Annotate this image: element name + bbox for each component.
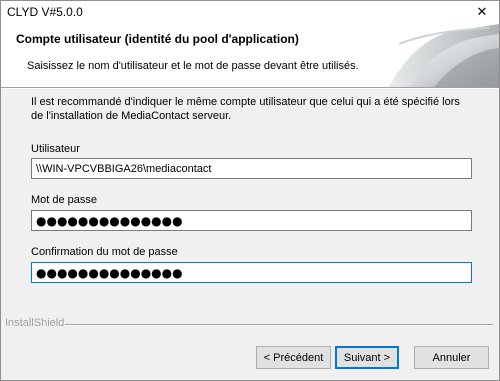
installshield-divider: InstallShield [1,317,499,331]
next-button[interactable]: Suivant > [335,346,399,369]
password-label: Mot de passe [31,194,98,206]
intro-text: Il est recommandé d'indiquer le même com… [31,96,460,122]
header-separator [1,87,499,89]
back-button[interactable]: < Précédent [256,346,331,369]
cancel-button[interactable]: Annuler [414,346,489,369]
password-input[interactable] [31,210,472,231]
user-label: Utilisateur [31,143,80,155]
header-subtitle: Saisissez le nom d'utilisateur et le mot… [27,60,359,72]
user-input[interactable] [31,158,472,179]
close-button[interactable]: ✕ [465,1,499,24]
header-title: Compte utilisateur (identité du pool d'a… [16,32,299,46]
installer-window: CLYD V#5.0.0 ✕ Compte utilisateur (ident… [0,0,500,381]
confirm-password-input[interactable] [31,262,472,283]
installshield-banner-graphic [379,24,499,87]
confirm-password-label: Confirmation du mot de passe [31,246,178,258]
dialog-header: Compte utilisateur (identité du pool d'a… [1,24,499,87]
title-bar[interactable]: CLYD V#5.0.0 ✕ [1,1,499,24]
window-title: CLYD V#5.0.0 [7,5,83,19]
footer-separator [65,324,493,326]
close-icon: ✕ [476,5,488,20]
installshield-brand: InstallShield [5,317,65,329]
